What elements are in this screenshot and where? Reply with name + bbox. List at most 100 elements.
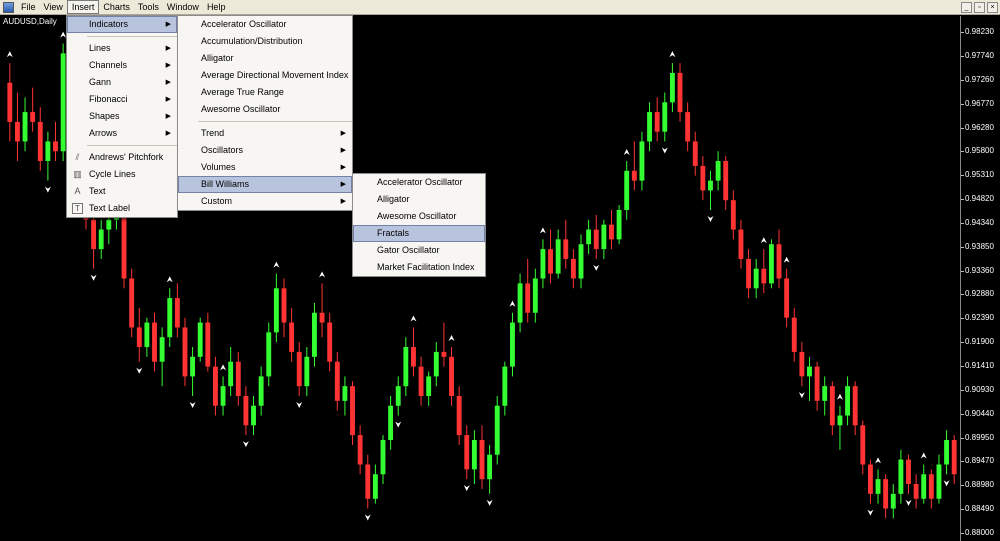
candle-body [60, 53, 66, 152]
menu-item-label: Alligator [201, 53, 234, 63]
fractal-down-arrow [486, 499, 493, 506]
candle-body [159, 337, 165, 362]
menu-item-label: Accelerator Oscillator [377, 177, 463, 187]
bill-williams-item-gator-oscillator[interactable]: Gator Oscillator [353, 242, 485, 259]
candle [730, 190, 736, 240]
candle-body [883, 479, 889, 509]
indicator-item-trend[interactable]: Trend ▶ [178, 125, 352, 142]
fractal-up-arrow [220, 364, 227, 371]
fractal-down-arrow [707, 215, 714, 222]
menu-tools[interactable]: Tools [134, 0, 163, 14]
insert-item-shapes[interactable]: Shapes ▶ [67, 108, 177, 125]
indicator-item-bill-williams[interactable]: Bill Williams ▶ [178, 176, 352, 193]
indicator-item-average-true-range[interactable]: Average True Range [178, 84, 352, 101]
candle [258, 366, 264, 416]
indicator-item-custom[interactable]: Custom ▶ [178, 193, 352, 210]
candle [685, 102, 691, 152]
fractal-down-arrow [90, 274, 97, 281]
fractal-up-arrow [669, 51, 676, 58]
insert-item-gann[interactable]: Gann ▶ [67, 74, 177, 91]
candle-body [243, 395, 249, 426]
price-tick [961, 151, 964, 153]
indicator-item-alligator[interactable]: Alligator [178, 50, 352, 67]
bill-williams-item-accelerator-oscillator[interactable]: Accelerator Oscillator [353, 174, 485, 191]
menu-help[interactable]: Help [203, 0, 230, 14]
bill-williams-item-alligator[interactable]: Alligator [353, 191, 485, 208]
candle-body [913, 484, 919, 499]
menu-insert[interactable]: Insert [66, 0, 100, 14]
minimize-icon[interactable]: _ [961, 1, 972, 13]
candle-body [456, 395, 462, 436]
menu-item-label: Fractals [377, 228, 410, 238]
insert-item-arrows[interactable]: Arrows ▶ [67, 125, 177, 142]
bill-williams-item-awesome-oscillator[interactable]: Awesome Oscillator [353, 208, 485, 225]
submenu-arrow-icon: ▶ [340, 130, 346, 137]
price-tick [961, 461, 964, 463]
insert-item-channels[interactable]: Channels ▶ [67, 57, 177, 74]
close-icon[interactable]: × [987, 1, 998, 13]
menu-window[interactable]: Window [163, 0, 203, 14]
insert-menu: Indicators ▶ Lines ▶ Channels ▶ Gann ▶ Fibonacci… [66, 15, 178, 218]
candle [144, 317, 150, 357]
menu-item-label: Andrews' Pitchfork [89, 152, 164, 162]
candle-body [418, 366, 424, 396]
candle-body [616, 209, 622, 240]
candle [936, 454, 942, 504]
menu-view[interactable]: View [40, 0, 67, 14]
price-tick [961, 270, 964, 272]
candle-body [951, 440, 957, 475]
submenu-arrow-icon: ▶ [340, 198, 346, 205]
candle-body [510, 322, 515, 367]
insert-item-andrews-pitchfork[interactable]: ⫽ Andrews' Pitchfork [67, 149, 177, 166]
candle [746, 249, 751, 299]
bill-williams-item-market-facilitation-index[interactable]: Market Facilitation Index [353, 259, 485, 276]
indicators-submenu: Accelerator Oscillator Accumulation/Distr… [177, 15, 353, 211]
candle-body [570, 258, 576, 279]
candle [768, 239, 774, 289]
candle-body [220, 386, 226, 406]
price-label: 0.91900 [965, 337, 994, 347]
fractal-up-arrow [319, 271, 326, 278]
candle [669, 63, 675, 113]
insert-item-cycle-lines[interactable]: ▥ Cycle Lines [67, 166, 177, 183]
price-label: 0.94340 [965, 217, 994, 227]
submenu-arrow-icon: ▶ [165, 113, 171, 120]
insert-item-indicators[interactable]: Indicators ▶ [67, 16, 177, 33]
indicator-item-awesome-oscillator[interactable]: Awesome Oscillator [178, 101, 352, 118]
restore-icon[interactable]: ▫ [974, 1, 985, 13]
price-tick [961, 103, 964, 105]
candle-body [304, 356, 310, 387]
indicator-item-accelerator-oscillator[interactable]: Accelerator Oscillator [178, 16, 352, 33]
fractal-down-arrow [242, 441, 249, 448]
candle-body [167, 298, 173, 338]
insert-item-text-label[interactable]: T Text Label [67, 200, 177, 217]
insert-item-fibonacci[interactable]: Fibonacci ▶ [67, 91, 177, 108]
candle-body [7, 82, 13, 122]
cycle-lines-icon: ▥ [73, 169, 82, 179]
candle-body [357, 435, 363, 465]
menu-charts[interactable]: Charts [99, 0, 134, 14]
insert-item-lines[interactable]: Lines ▶ [67, 40, 177, 57]
indicator-item-accumulation-distribution[interactable]: Accumulation/Distribution [178, 33, 352, 50]
candle [471, 430, 477, 485]
candle-body [548, 249, 553, 274]
candle-body [37, 121, 43, 162]
insert-item-text[interactable]: A Text [67, 183, 177, 200]
indicator-item-average-directional-movement-index[interactable]: Average Directional Movement Index [178, 67, 352, 84]
menu-file[interactable]: File [17, 0, 40, 14]
bill-williams-item-fractals[interactable]: Fractals [353, 225, 485, 242]
menu-separator [87, 36, 177, 37]
indicator-item-oscillators[interactable]: Oscillators ▶ [178, 142, 352, 159]
price-axis[interactable]: 0.98230 0.97740 0.97260 0.96770 0.96280 0.958… [960, 16, 1000, 541]
candle [837, 405, 843, 450]
price-tick [961, 294, 964, 296]
indicator-item-volumes[interactable]: Volumes ▶ [178, 159, 352, 176]
candle-body [350, 386, 355, 436]
price-label: 0.95310 [965, 170, 994, 180]
candle-body [121, 209, 127, 279]
fractal-up-arrow [920, 452, 927, 459]
candle-body [426, 376, 432, 396]
candle [365, 454, 371, 509]
candle [928, 469, 934, 509]
candle [791, 307, 797, 362]
